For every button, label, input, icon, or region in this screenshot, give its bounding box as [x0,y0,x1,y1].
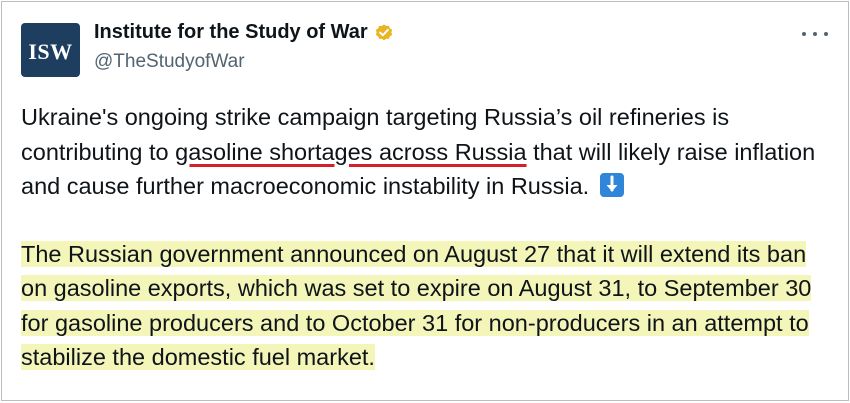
down-arrow-emoji-icon [599,173,624,197]
author-handle[interactable]: @TheStudyofWar [94,51,245,73]
avatar-logo-text: ISW [28,39,73,64]
tweet-card[interactable]: ISW Institute for the Study of War @TheS… [1,1,849,401]
tweet-paragraph-1: Ukraine's ongoing strike campaign target… [21,100,831,204]
tweet-text: Ukraine's ongoing strike campaign target… [21,100,831,375]
tweet-paragraph-2: The Russian government announced on Augu… [21,237,831,375]
avatar[interactable]: ISW [21,23,80,77]
author-display-name[interactable]: Institute for the Study of War [94,21,368,44]
author-name-row: Institute for the Study of War [94,21,394,44]
more-options-icon[interactable] [802,24,828,44]
underlined-phrase: gasoline shortages across Russia [175,138,527,165]
verified-badge-icon [374,23,394,43]
highlighted-paragraph: The Russian government announced on Augu… [21,240,812,370]
